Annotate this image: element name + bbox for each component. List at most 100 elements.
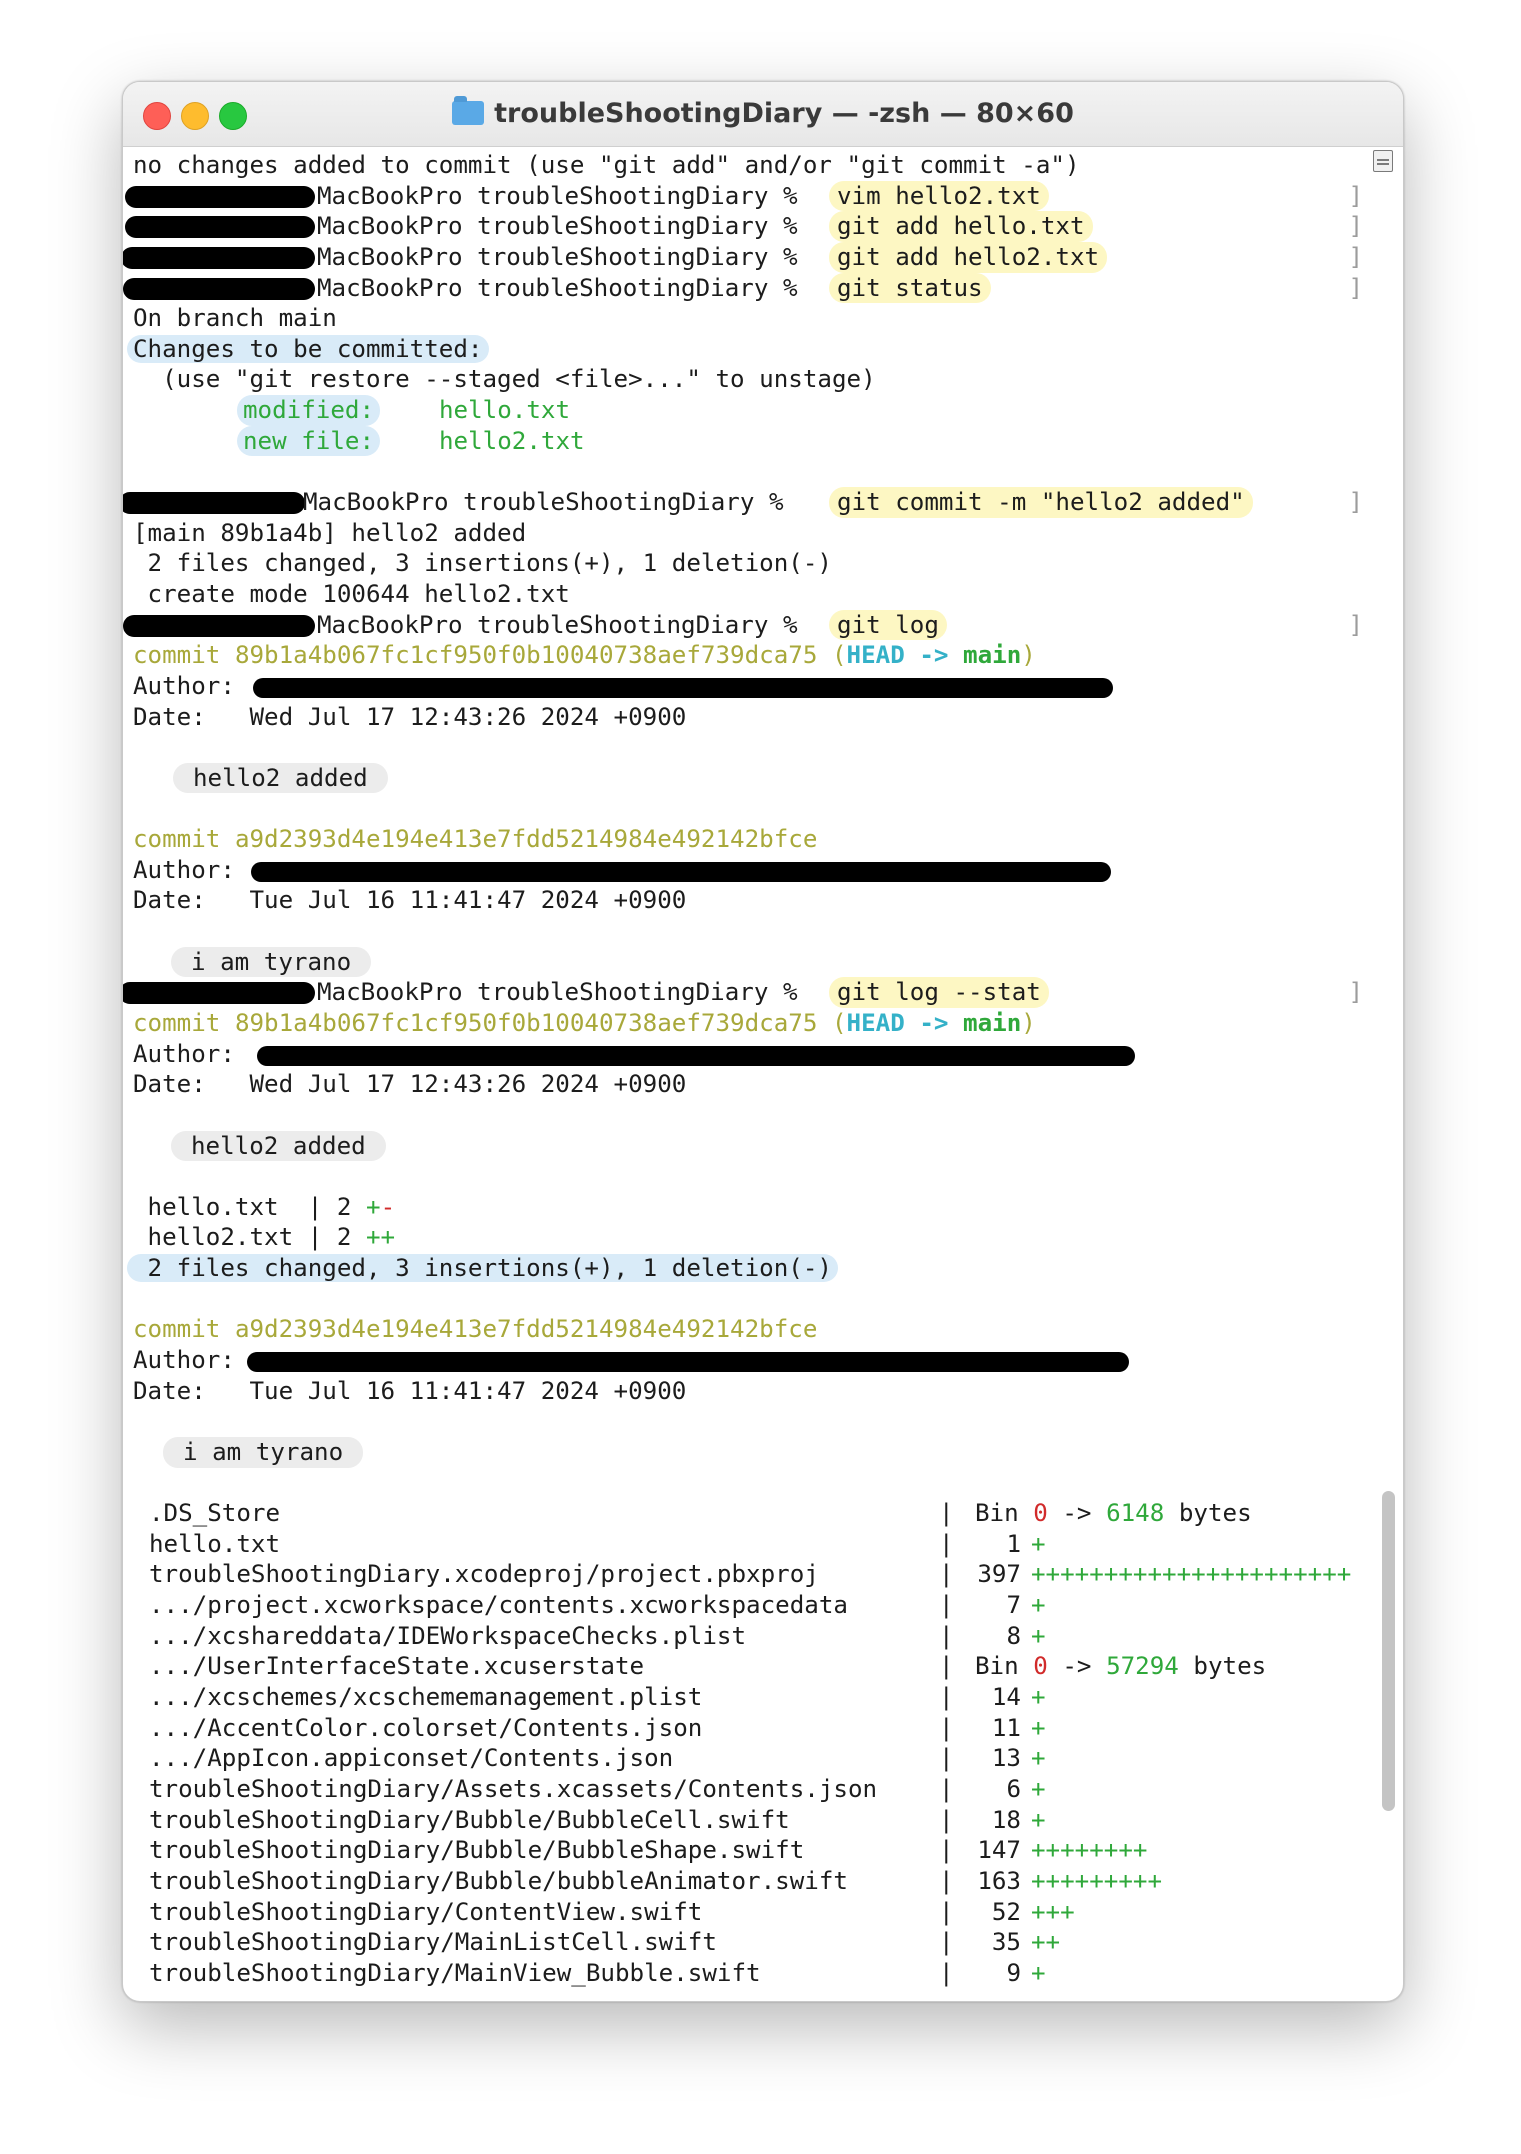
terminal-output[interactable]: no changes added to commit (use "git add… [123, 150, 1363, 1988]
output-line: modified: hello.txt [133, 395, 1363, 426]
split-view-icon[interactable] [1373, 150, 1393, 172]
stat-binary: Bin 0 -> 6148 bytes [975, 1499, 1252, 1528]
stat-row: .../AppIcon.appiconset/Contents.json | 13 + [149, 1744, 1046, 1773]
stat-summary: 2 files changed, 3 insertions(+), 1 dele… [127, 1253, 1363, 1284]
folder-icon [452, 96, 485, 125]
stat-path: troubleShootingDiary/Assets.xcassets/Con… [149, 1774, 878, 1803]
stat-row: .../xcschemes/xcschememanagement.plist | 1… [149, 1683, 1046, 1712]
prompt-line: MacBookPro troubleShootingDiary % git st… [123, 272, 1363, 304]
stat-path: troubleShootingDiary/Bubble/bubbleAnimat… [149, 1866, 848, 1895]
output-line: (use "git restore --staged <file>..." to… [133, 365, 876, 394]
stat-graph: + [1031, 1713, 1046, 1742]
stat-graph: + [1031, 1774, 1046, 1803]
stat-count: 11 [991, 1713, 1021, 1742]
stat-path: troubleShootingDiary/MainListCell.swift [149, 1928, 717, 1957]
prompt-line: MacBookPro troubleShootingDiary % git ad… [125, 211, 1363, 242]
output-line: new file: hello2.txt [133, 425, 1363, 457]
prompt-line: MacBookPro troubleShootingDiary % git ad… [123, 241, 1363, 273]
stat-row: troubleShootingDiary/Bubble/bubbleAnimat… [149, 1866, 1163, 1895]
redacted-username [123, 492, 305, 515]
command-text: git log [829, 609, 947, 641]
stat-row: troubleShootingDiary.xcodeproj/project.p… [149, 1560, 1352, 1589]
stat-path: .../UserInterfaceState.xcuserstate [149, 1652, 645, 1681]
stat-path: troubleShootingDiary/Bubble/BubbleCell.s… [149, 1805, 790, 1834]
commit-line: commit a9d2393d4e194e413e7fdd5214984e492… [133, 825, 818, 854]
stat-count: 8 [1006, 1621, 1021, 1650]
stat-graph: +++++++++ [1031, 1866, 1163, 1895]
stat-graph: + [1031, 1621, 1046, 1650]
commit-message: hello2 added [133, 1130, 1363, 1162]
commit-sha: a9d2393d4e194e413e7fdd5214984e492142bfce [234, 825, 818, 854]
stat-count: 7 [1006, 1591, 1021, 1620]
scrollbar-thumb[interactable] [1382, 1491, 1395, 1811]
stat-path: troubleShootingDiary/Bubble/BubbleShape.… [149, 1836, 805, 1865]
stat-row: .../project.xcworkspace/contents.xcworks… [149, 1591, 1046, 1620]
commit-line: commit 89b1a4b067fc1cf950f0b10040738aef7… [133, 641, 1036, 670]
date-line: Date: Wed Jul 17 12:43:26 2024 +0900 [133, 702, 687, 731]
stat-graph: + [1031, 1683, 1046, 1712]
stat-row: hello.txt | 1 + [149, 1529, 1046, 1558]
author-line: Author: [133, 671, 1363, 702]
commit-message: i am tyrano [133, 946, 1363, 978]
window-title: troubleShootingDiary — -zsh — 80×60 [123, 82, 1403, 146]
stat-path: .../AccentColor.colorset/Contents.json [149, 1713, 703, 1742]
stat-graph: + [1031, 1744, 1046, 1773]
stat-graph: + [1031, 1805, 1046, 1834]
stat-count: 9 [1006, 1958, 1021, 1987]
author-line: Author: [133, 1039, 1363, 1070]
stat-graph: +++ [1031, 1897, 1075, 1926]
stat-path: hello.txt [149, 1529, 281, 1558]
stat-count: 6 [1006, 1774, 1021, 1803]
stat-row: .../AccentColor.colorset/Contents.json | 1… [149, 1713, 1046, 1742]
redacted-username [123, 982, 315, 1005]
terminal-window: troubleShootingDiary — -zsh — 80×60 no c… [122, 81, 1404, 2002]
file-stats-list: .DS_Store | Bin 0 -> 6148 bytes hello.txt | 1… [133, 1498, 1363, 1988]
stat-path: .../xcschemes/xcschememanagement.plist [149, 1683, 703, 1712]
stat-path: .../AppIcon.appiconset/Contents.json [149, 1744, 674, 1773]
stat-path: .../xcshareddata/IDEWorkspaceChecks.plis… [149, 1621, 747, 1650]
commit-sha: 89b1a4b067fc1cf950f0b10040738aef739dca75 [234, 641, 818, 670]
stat-line: hello.txt | 2 +- [133, 1192, 396, 1221]
stat-path: .../project.xcworkspace/contents.xcworks… [149, 1591, 848, 1620]
commit-message: i am tyrano [133, 1436, 1363, 1468]
command-text: git add hello.txt [829, 211, 1093, 242]
stat-count: 18 [991, 1805, 1021, 1834]
stat-row: troubleShootingDiary/MainView_Bubble.swi… [149, 1958, 1046, 1987]
stat-row: troubleShootingDiary/ContentView.swift | 5… [149, 1897, 1075, 1926]
redacted-username [123, 277, 315, 300]
commit-message: hello2 added [133, 762, 1363, 794]
stat-graph: + [1031, 1591, 1046, 1620]
stat-row: troubleShootingDiary/Bubble/BubbleCell.s… [149, 1805, 1046, 1834]
stat-path: .DS_Store [149, 1499, 281, 1528]
redacted-username [123, 614, 315, 637]
stat-count: 147 [977, 1836, 1021, 1865]
redacted-username [125, 185, 315, 208]
output-line: Changes to be committed: [127, 334, 1363, 365]
redacted-username [123, 246, 315, 269]
command-text: git status [829, 272, 991, 304]
prompt-line: MacBookPro troubleShootingDiary % git lo… [123, 977, 1363, 1008]
stat-row: troubleShootingDiary/Bubble/BubbleShape.… [149, 1836, 1148, 1865]
output-line: 2 files changed, 3 insertions(+), 1 dele… [133, 549, 832, 578]
stat-count: 14 [991, 1683, 1021, 1712]
stat-count: 35 [991, 1928, 1021, 1957]
stat-graph: ++++++++ [1031, 1836, 1148, 1865]
command-text: git commit -m "hello2 added" [829, 487, 1253, 518]
output-line: On branch main [133, 304, 337, 333]
stat-graph: + [1031, 1529, 1046, 1558]
stat-count: 163 [977, 1866, 1021, 1895]
commit-line: commit 89b1a4b067fc1cf950f0b10040738aef7… [133, 1008, 1036, 1037]
output-line: create mode 100644 hello2.txt [133, 579, 570, 608]
prompt-line: MacBookPro troubleShootingDiary % git co… [123, 487, 1363, 518]
command-text: git add hello2.txt [829, 241, 1108, 273]
stat-graph: + [1031, 1958, 1046, 1987]
stat-row: .../UserInterfaceState.xcuserstate | Bin 0… [149, 1652, 1267, 1681]
redacted-author [251, 861, 1111, 882]
output-line: no changes added to commit (use "git add… [133, 151, 1080, 179]
stat-row: .DS_Store | Bin 0 -> 6148 bytes [149, 1499, 1252, 1528]
stat-row: .../xcshareddata/IDEWorkspaceChecks.plis… [149, 1621, 1046, 1650]
stat-count: 52 [991, 1897, 1021, 1926]
prompt-line: MacBookPro troubleShootingDiary % vim he… [125, 180, 1363, 212]
redacted-author [247, 1351, 1129, 1372]
command-text: vim hello2.txt [829, 180, 1049, 212]
